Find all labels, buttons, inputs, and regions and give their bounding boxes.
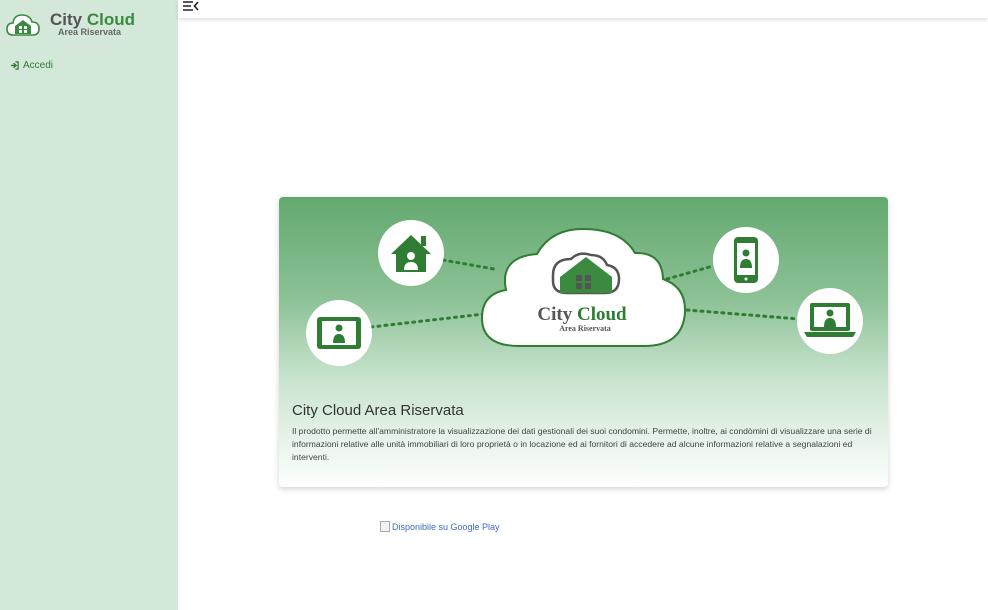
card-description: Il prodotto permette all'amministratore … xyxy=(292,426,872,462)
cloud-subtitle: Area Riservata xyxy=(559,324,611,333)
laptop-user-icon xyxy=(797,288,863,354)
card-title: City Cloud Area Riservata xyxy=(292,402,464,419)
tablet-user-icon xyxy=(306,300,372,366)
phone-user-icon xyxy=(713,227,779,293)
google-play-link[interactable]: Disponibile su Google Play xyxy=(380,521,500,532)
cloud-title-cloud: Cloud xyxy=(577,304,627,325)
menu-collapse-icon[interactable] xyxy=(182,0,200,14)
svg-text:City Cloud: City Cloud xyxy=(537,304,627,325)
app-logo[interactable]: City Cloud Area Riservata xyxy=(6,8,176,40)
google-play-alt-text: Disponibile su Google Play xyxy=(392,521,500,532)
house-user-icon xyxy=(378,220,444,286)
sign-in-icon xyxy=(10,61,19,70)
cloud-house-logo-icon xyxy=(6,14,40,36)
sidebar-item-accedi[interactable]: Accedi xyxy=(10,60,53,71)
top-bar xyxy=(178,0,988,18)
hero-illustration: City Cloud Area Riservata xyxy=(306,220,863,366)
city-cloud-emblem: City Cloud Area Riservata xyxy=(480,227,687,347)
product-card: City Cloud Area Riservata City Cloud Are… xyxy=(279,197,888,487)
logo-subtitle: Area Riservata xyxy=(58,27,122,37)
sidebar-item-label: Accedi xyxy=(23,60,54,71)
broken-image-icon xyxy=(380,521,390,532)
sidebar: City Cloud Area Riservata Accedi xyxy=(0,0,178,610)
cloud-title-city: City xyxy=(537,304,572,325)
